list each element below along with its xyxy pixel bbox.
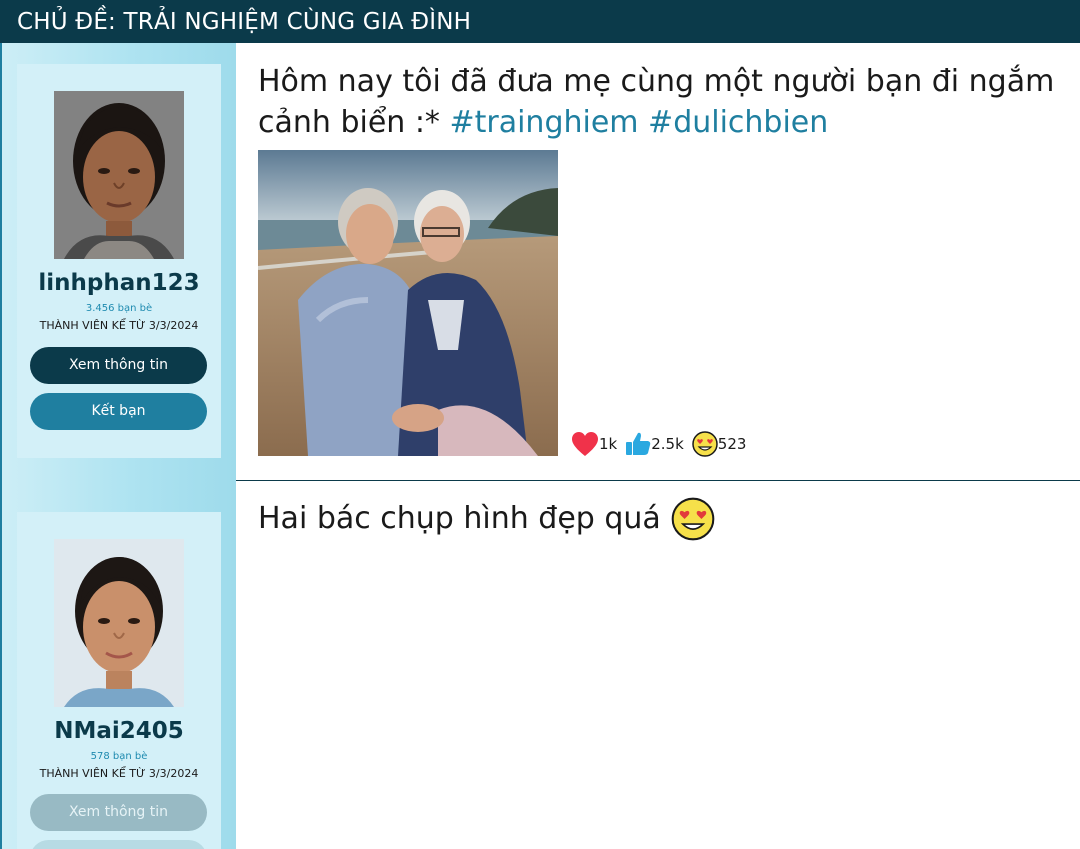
view-profile-button[interactable]: Xem thông tin (30, 794, 207, 831)
add-friend-button[interactable]: Kết bạn (30, 393, 207, 430)
reaction-heart[interactable]: 1k (571, 431, 617, 457)
thumbs-up-icon (626, 432, 651, 455)
view-profile-button[interactable]: Xem thông tin (30, 347, 207, 384)
post-reactions: 1k 2.5k 523 (571, 429, 754, 459)
profile-card: NMai2405 578 bạn bè THÀNH VIÊN KỂ TỪ 3/3… (17, 512, 221, 849)
like-count: 2.5k (651, 435, 684, 453)
profile-member-since: THÀNH VIÊN KỂ TỪ 3/3/2024 (39, 319, 199, 332)
reaction-love-face[interactable]: 523 (692, 431, 747, 457)
avatar[interactable] (54, 539, 184, 707)
profile-member-since: THÀNH VIÊN KỂ TỪ 3/3/2024 (39, 767, 199, 780)
heart-count: 1k (599, 435, 618, 453)
profile-friends-count: 3.456 bạn bè (85, 303, 153, 314)
add-friend-button[interactable] (30, 840, 207, 849)
topic-header: CHỦ ĐỀ: TRẢI NGHIỆM CÙNG GIA ĐÌNH (0, 0, 1080, 43)
post-hashtags[interactable]: #trainghiem #dulichbien (449, 105, 828, 140)
profile-friends-count: 578 bạn bè (90, 751, 148, 762)
heart-eyes-emoji-icon (692, 431, 718, 457)
profile-username[interactable]: NMai2405 (17, 718, 221, 744)
heart-icon (572, 432, 598, 456)
post: Hôm nay tôi đã đưa mẹ cùng một người bạn… (236, 43, 1080, 480)
comment-body: Hai bác chụp hình đẹp quá (258, 501, 661, 536)
post-photo[interactable] (258, 150, 558, 456)
avatar[interactable] (54, 91, 184, 259)
heart-eyes-emoji-icon (671, 497, 715, 541)
comment-text: Hai bác chụp hình đẹp quá (258, 497, 715, 541)
love-face-count: 523 (717, 435, 747, 453)
post-text: Hôm nay tôi đã đưa mẹ cùng một người bạn… (258, 61, 1068, 143)
topic-title: CHỦ ĐỀ: TRẢI NGHIỆM CÙNG GIA ĐÌNH (17, 9, 472, 35)
reaction-like[interactable]: 2.5k (625, 431, 684, 457)
profile-username[interactable]: linhphan123 (17, 270, 221, 296)
comment: Hai bác chụp hình đẹp quá (236, 481, 1080, 849)
profile-card: linhphan123 3.456 bạn bè THÀNH VIÊN KỂ T… (17, 64, 221, 458)
